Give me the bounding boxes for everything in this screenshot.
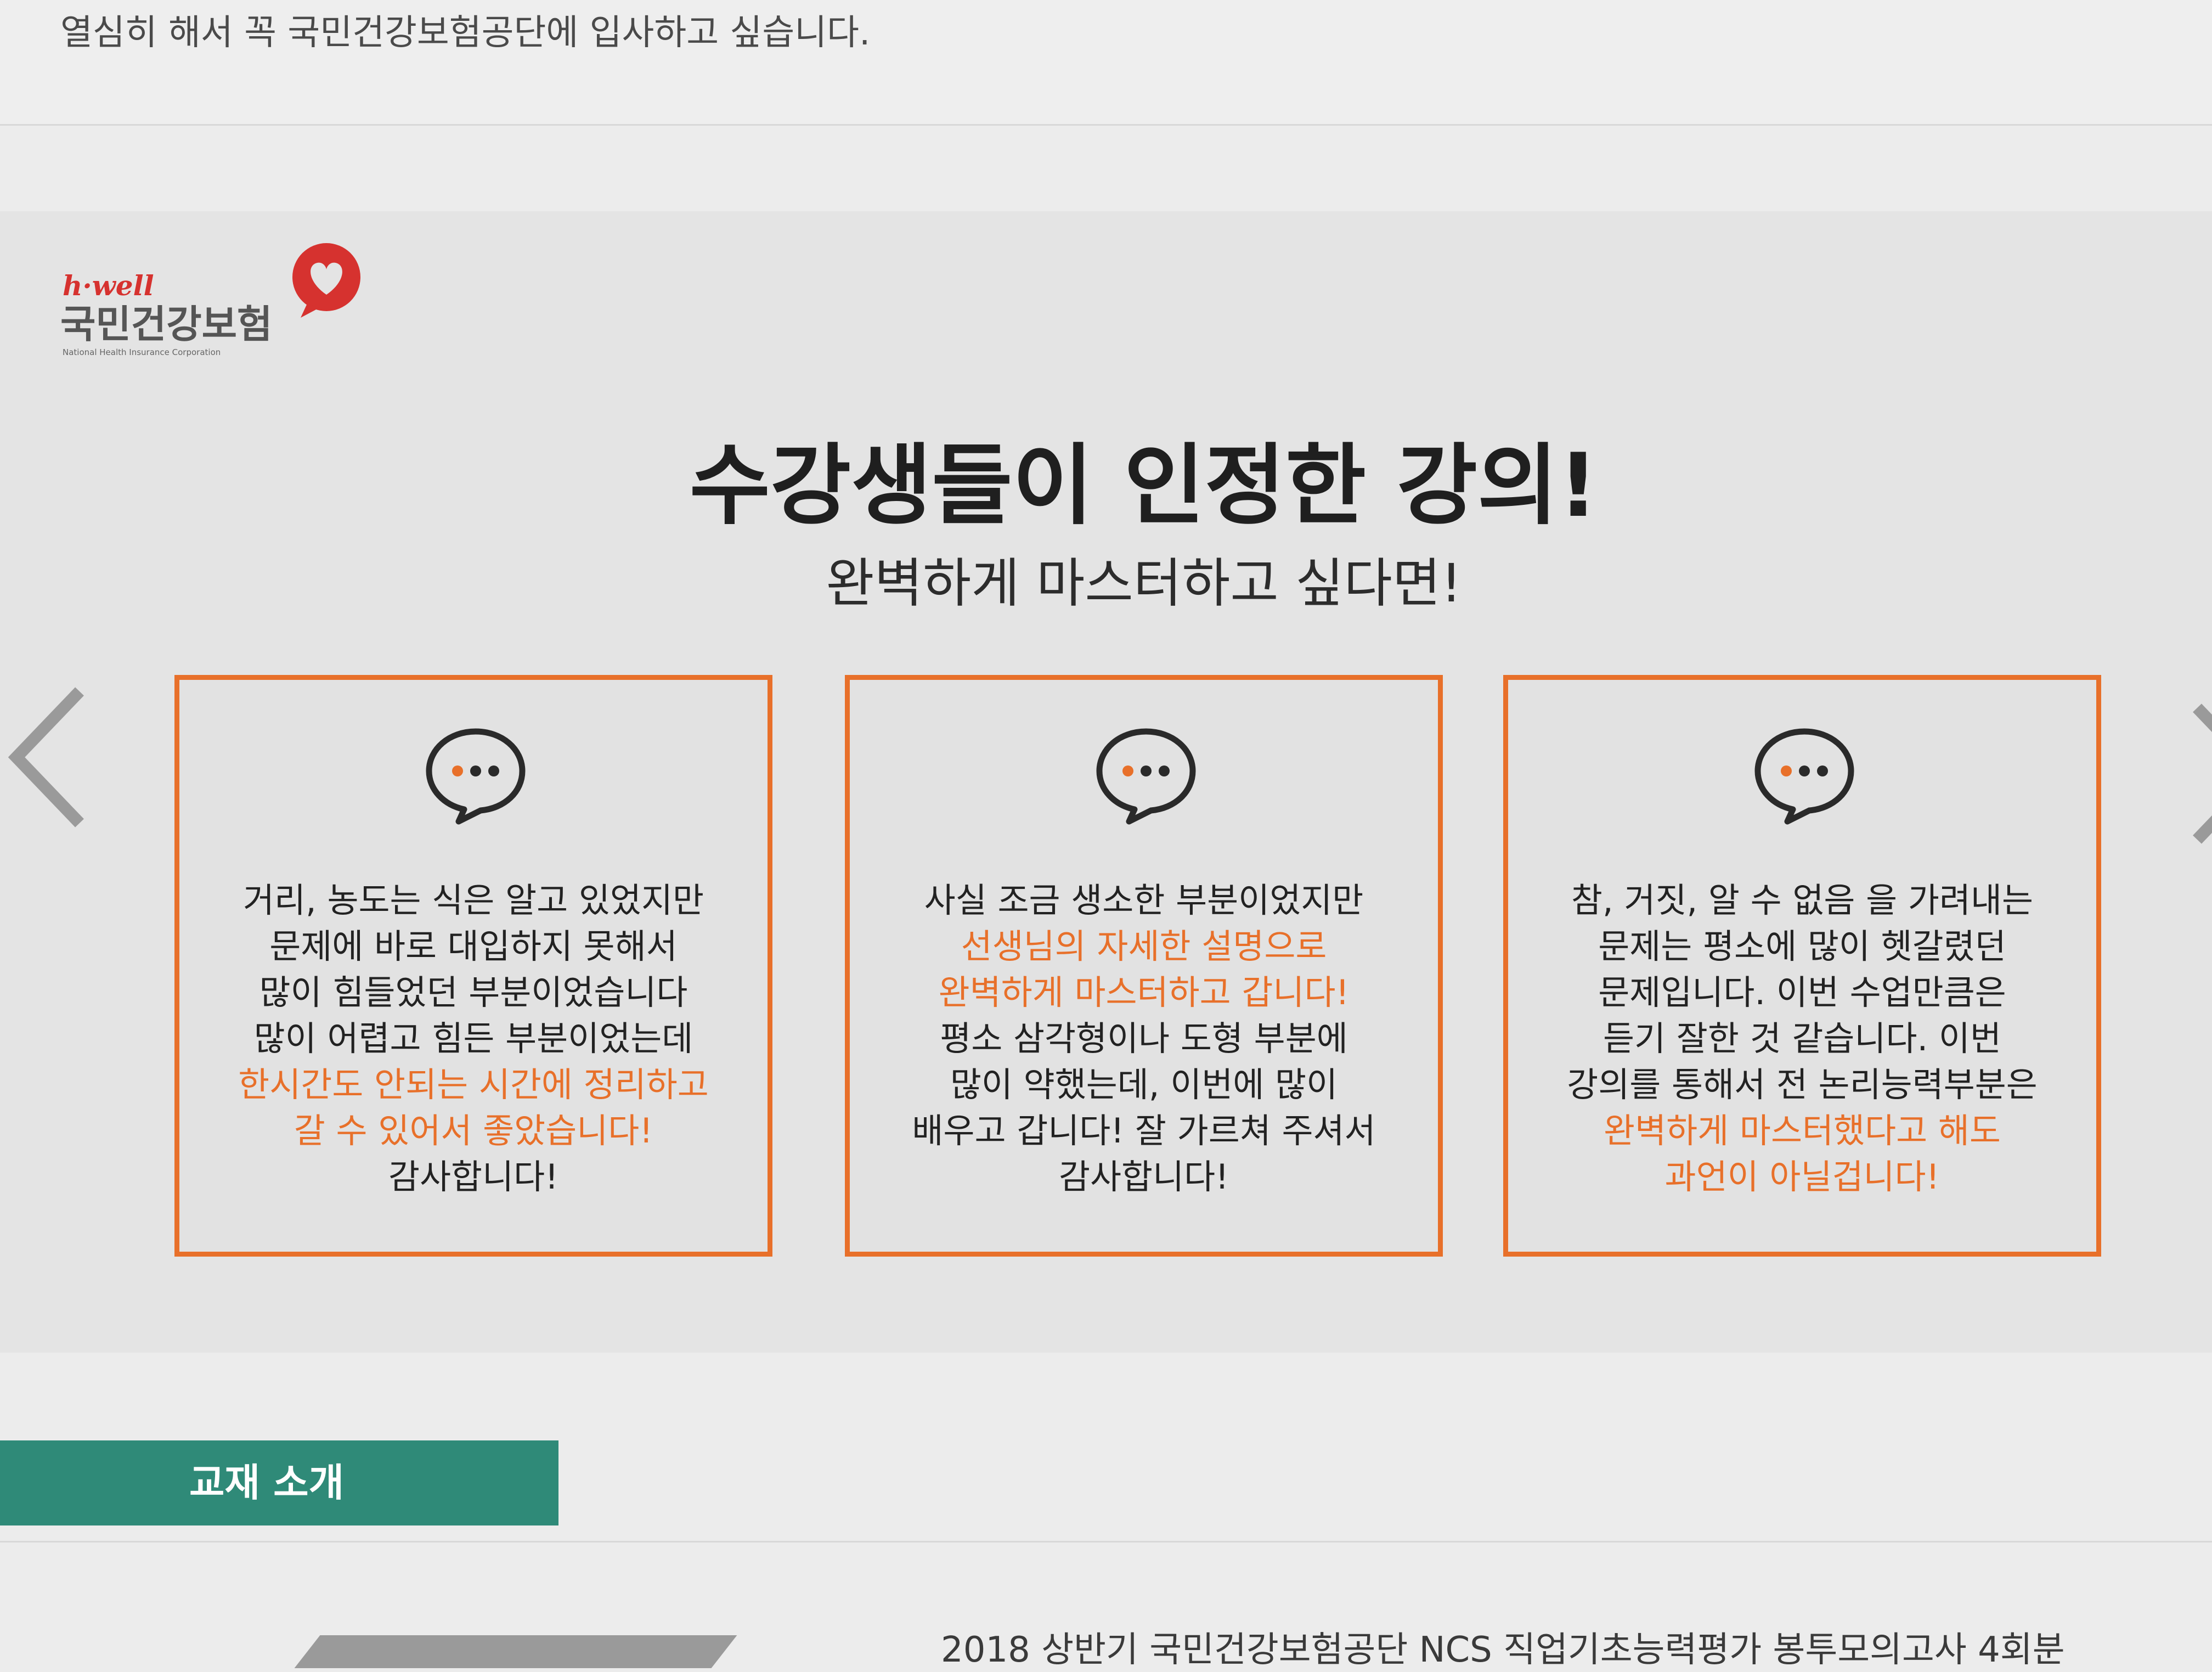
chevron-left-icon[interactable]: [5, 675, 88, 840]
heart-icon: [292, 243, 360, 318]
book-cover-image[interactable]: [294, 1635, 737, 1668]
logo-subtitle: National Health Insurance Corporation: [63, 347, 221, 357]
previous-review-text: 열심히 해서 꼭 국민건강보험공단에 입사하고 싶습니다.: [60, 13, 871, 53]
divider: [0, 1541, 2212, 1542]
review-highlight-line: 갈 수 있어서 좋았습니다!: [294, 1111, 653, 1151]
review-line: 평소 삼각형이나 도형 부분에: [940, 1018, 1348, 1059]
review-line: 듣기 잘한 것 같습니다. 이번: [1603, 1018, 2001, 1059]
section-title: 수강생들이 인정한 강의!: [689, 434, 1599, 537]
review-line: 감사합니다!: [1058, 1157, 1229, 1197]
review-highlight-line: 과언이 아닐겁니다!: [1664, 1157, 1940, 1197]
review-line: 많이 어렵고 힘든 부분이었는데: [253, 1018, 693, 1059]
speech-bubble-icon: [1096, 728, 1196, 825]
review-line: 감사합니다!: [388, 1157, 559, 1197]
review-line: 강의를 통해서 전 논리능력부분은: [1567, 1065, 2038, 1105]
review-text: 거리, 농도는 식은 알고 있었지만 문제에 바로 대입하지 못해서 많이 힘들…: [179, 877, 768, 1200]
book-title[interactable]: 2018 상반기 국민건강보험공단 NCS 직업기초능력평가 봉투모의고사 4회…: [941, 1622, 2065, 1672]
nhis-logo: h·well 국민건강보험 National Health Insurance …: [60, 239, 368, 365]
review-card: 거리, 농도는 식은 알고 있었지만 문제에 바로 대입하지 못해서 많이 힘들…: [174, 675, 772, 1257]
chevron-right-icon[interactable]: [2189, 691, 2212, 856]
review-text: 사실 조금 생소한 부분이었지만 선생님의 자세한 설명으로 완벽하게 마스터하…: [850, 877, 1438, 1200]
tab-textbook-intro[interactable]: 교재 소개: [0, 1440, 558, 1525]
speech-bubble-icon: [1754, 728, 1854, 825]
review-highlight-line: 완벽하게 마스터했다고 해도: [1604, 1111, 2001, 1151]
review-line: 배우고 갑니다! 잘 가르쳐 주셔서: [912, 1111, 1376, 1151]
speech-bubble-icon: [426, 728, 526, 825]
review-line: 사실 조금 생소한 부분이었지만: [924, 880, 1364, 920]
review-line: 문제입니다. 이번 수업만큼은: [1598, 972, 2006, 1012]
review-line: 참, 거짓, 알 수 없음 을 가려내는: [1571, 880, 2034, 920]
review-highlight-line: 한시간도 안되는 시간에 정리하고: [238, 1065, 709, 1105]
review-line: 거리, 농도는 식은 알고 있었지만: [242, 880, 704, 920]
previous-review-strip: 열심히 해서 꼭 국민건강보험공단에 입사하고 싶습니다.: [0, 0, 2212, 126]
review-card: 참, 거짓, 알 수 없음 을 가려내는 문제는 평소에 많이 헷갈렸던 문제입…: [1503, 675, 2101, 1257]
review-highlight-line: 완벽하게 마스터하고 갑니다!: [938, 972, 1350, 1012]
review-line: 많이 약했는데, 이번에 많이: [950, 1065, 1338, 1105]
review-highlight-line: 선생님의 자세한 설명으로: [961, 926, 1327, 966]
review-text: 참, 거짓, 알 수 없음 을 가려내는 문제는 평소에 많이 헷갈렸던 문제입…: [1508, 877, 2096, 1200]
review-line: 문제는 평소에 많이 헷갈렸던: [1598, 926, 2006, 966]
review-line: 문제에 바로 대입하지 못해서: [269, 926, 678, 966]
logo-korean-text: 국민건강보험: [60, 302, 273, 347]
review-card: 사실 조금 생소한 부분이었지만 선생님의 자세한 설명으로 완벽하게 마스터하…: [845, 675, 1443, 1257]
review-line: 많이 힘들었던 부분이었습니다: [259, 972, 688, 1012]
section-subtitle: 완벽하게 마스터하고 싶다면!: [826, 553, 1462, 614]
